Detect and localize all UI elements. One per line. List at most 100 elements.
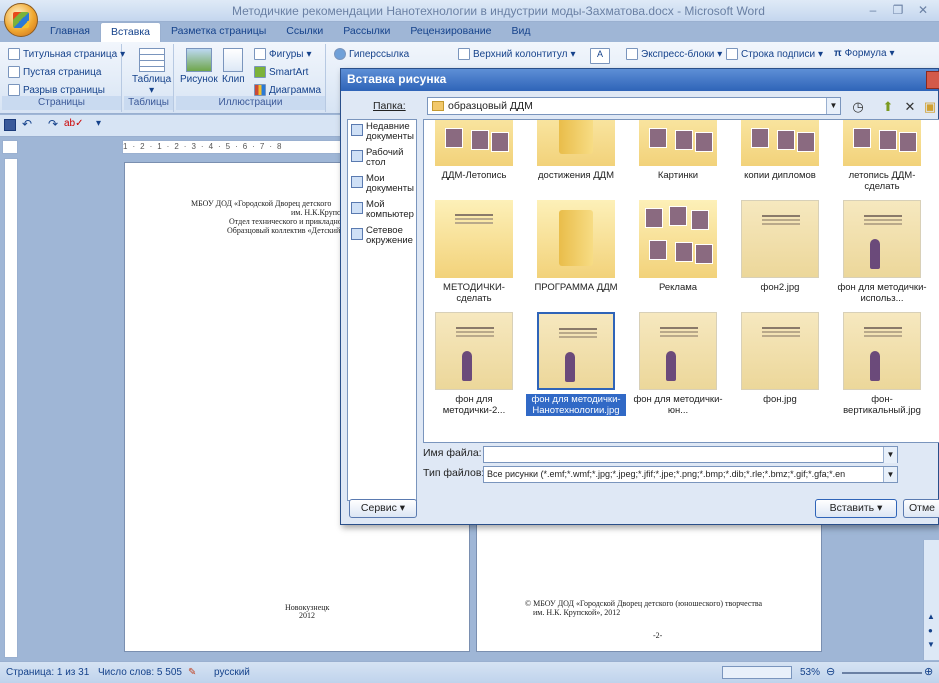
tab-6[interactable]: Вид xyxy=(501,22,540,42)
file-name: МЕТОДИЧКИ-сделать xyxy=(443,282,505,304)
file-item[interactable]: фон-вертикальный.jpg xyxy=(832,312,932,416)
blank-page-button[interactable]: Пустая страница xyxy=(8,66,101,78)
close-button[interactable]: ✕ xyxy=(912,3,934,18)
proofing-icon[interactable]: ✎ xyxy=(188,667,196,678)
image-thumbnail xyxy=(639,312,717,390)
prev-page-icon[interactable]: ▲ xyxy=(927,612,935,621)
language-indicator[interactable]: русский xyxy=(214,667,250,678)
file-list[interactable]: ДДМ-Летопись достижения ДДМ Картинки копии … xyxy=(423,119,939,443)
insert-button[interactable]: Вставить ▾ xyxy=(815,499,897,518)
horizontal-ruler[interactable]: 1·2·1·2·3·4·5·6·7·8 xyxy=(122,140,342,154)
file-item[interactable]: копии дипломов xyxy=(730,120,830,181)
vertical-scrollbar[interactable]: ▲ ● ▼ xyxy=(923,540,939,660)
place-item-0[interactable]: Недавние документы xyxy=(351,122,417,142)
folder-icon xyxy=(537,200,615,278)
page-count[interactable]: Страница: 1 из 31 xyxy=(6,667,89,678)
file-item[interactable]: фон2.jpg xyxy=(730,200,830,293)
place-label: Мой компьютер xyxy=(366,199,414,220)
next-page-icon[interactable]: ▼ xyxy=(927,640,935,649)
file-item[interactable]: фон для методички-2... xyxy=(424,312,524,416)
p1-footer-year: 2012 xyxy=(299,611,315,620)
chevron-down-icon[interactable]: ▼ xyxy=(883,447,897,463)
tab-2[interactable]: Разметка страницы xyxy=(161,22,276,42)
minimize-button[interactable]: – xyxy=(862,3,884,18)
quick-parts-button[interactable]: Экспресс-блоки ▾ xyxy=(626,48,722,60)
up-folder-icon[interactable]: ⬆ xyxy=(879,99,897,115)
file-item[interactable]: фон для методички-использ... xyxy=(832,200,932,304)
dialog-close-button[interactable] xyxy=(926,71,939,89)
file-item[interactable]: Картинки xyxy=(628,120,728,181)
customize-qat-icon[interactable]: ▾ xyxy=(96,118,101,129)
tab-5[interactable]: Рецензирование xyxy=(400,22,501,42)
browse-object-icon[interactable]: ● xyxy=(928,626,933,635)
file-item[interactable]: ПРОГРАММА ДДМ xyxy=(526,200,626,293)
table-button[interactable]: Таблица ▾ xyxy=(132,48,171,96)
file-item[interactable]: достижения ДДМ xyxy=(526,120,626,181)
signature-line-button[interactable]: Строка подписи ▾ xyxy=(726,48,823,60)
clip-button[interactable]: Клип xyxy=(222,48,245,85)
file-item[interactable]: фон для методички-юн... xyxy=(628,312,728,416)
hyperlink-button[interactable]: Гиперссылка xyxy=(334,48,409,60)
file-item[interactable]: ДДМ-Летопись xyxy=(424,120,524,181)
file-name: Картинки xyxy=(657,170,699,181)
new-folder-icon[interactable]: ▣ xyxy=(921,99,939,115)
file-name: фон2.jpg xyxy=(760,282,800,293)
zoom-level[interactable]: 53% xyxy=(800,667,820,678)
chart-button[interactable]: Диаграмма xyxy=(254,84,321,96)
smartart-button[interactable]: SmartArt xyxy=(254,66,308,78)
blank-page-icon xyxy=(8,66,20,78)
view-buttons[interactable] xyxy=(722,666,792,679)
file-item[interactable]: летопись ДДМ-сделать xyxy=(832,120,932,192)
tab-1[interactable]: Вставка xyxy=(99,22,161,42)
picture-button[interactable]: Рисунок xyxy=(180,48,218,85)
service-button[interactable]: Сервис ▾ xyxy=(349,499,417,518)
cover-page-button[interactable]: Титульная страница ▾ xyxy=(8,48,125,60)
folder-icon xyxy=(432,101,444,111)
save-icon[interactable] xyxy=(4,119,16,131)
chevron-down-icon[interactable]: ▼ xyxy=(883,467,897,482)
vertical-ruler[interactable] xyxy=(4,158,18,658)
place-item-4[interactable]: Сетевое окружение xyxy=(351,226,417,246)
header-button[interactable]: Верхний колонтитул ▾ xyxy=(458,48,576,60)
file-name: фон для методички-юн... xyxy=(633,394,723,416)
zoom-out-icon[interactable]: ⊖ xyxy=(826,665,835,678)
cancel-button[interactable]: Отме xyxy=(903,499,939,518)
file-item[interactable]: фон для методички-Нанотехнологии.jpg xyxy=(526,312,626,416)
file-item[interactable]: МЕТОДИЧКИ-сделать xyxy=(424,200,524,304)
folder-select[interactable]: образцовый ДДМ ▼ xyxy=(427,97,841,115)
place-icon xyxy=(351,176,363,188)
chevron-down-icon[interactable]: ▼ xyxy=(826,98,840,114)
redo-icon[interactable]: ↷ xyxy=(48,117,58,131)
zoom-slider[interactable] xyxy=(842,672,922,674)
place-item-1[interactable]: Рабочий стол xyxy=(351,148,417,168)
textbox-button[interactable]: A xyxy=(590,48,610,64)
office-button[interactable] xyxy=(4,3,38,37)
delete-icon[interactable]: ✕ xyxy=(901,99,919,115)
tab-selector[interactable] xyxy=(2,140,18,154)
file-item[interactable]: фон.jpg xyxy=(730,312,830,405)
page-break-button[interactable]: Разрыв страницы xyxy=(8,84,105,96)
word-count[interactable]: Число слов: 5 505 xyxy=(98,667,182,678)
zoom-in-icon[interactable]: ⊕ xyxy=(924,665,933,678)
tab-4[interactable]: Рассылки xyxy=(333,22,400,42)
filename-input[interactable]: ▼ xyxy=(483,446,898,463)
tab-3[interactable]: Ссылки xyxy=(276,22,333,42)
equation-button[interactable]: π Формула ▾ xyxy=(834,48,895,59)
file-item[interactable]: Реклама xyxy=(628,200,728,293)
undo-icon[interactable]: ↶ xyxy=(22,117,32,131)
quick-parts-icon xyxy=(626,48,638,60)
filetype-select[interactable]: Все рисунки (*.emf;*.wmf;*.jpg;*.jpeg;*.… xyxy=(483,466,898,483)
file-name: ПРОГРАММА ДДМ xyxy=(534,282,618,293)
place-icon xyxy=(351,150,363,162)
place-item-2[interactable]: Мои документы xyxy=(351,174,417,194)
file-name: фон-вертикальный.jpg xyxy=(843,394,921,416)
shapes-button[interactable]: Фигуры ▾ xyxy=(254,48,312,60)
restore-button[interactable]: ❐ xyxy=(887,3,909,18)
group-tables: Таблица ▾ Таблицы xyxy=(124,44,174,112)
spellcheck-icon[interactable]: ab✓ xyxy=(64,118,84,129)
place-item-3[interactable]: Мой компьютер xyxy=(351,200,417,220)
back-icon[interactable]: ◷ xyxy=(849,99,867,115)
file-name: фон для методички-использ... xyxy=(837,282,927,304)
tab-0[interactable]: Главная xyxy=(40,22,100,42)
group-illustrations: Рисунок Клип Фигуры ▾ SmartArt Диаграмма … xyxy=(176,44,326,112)
